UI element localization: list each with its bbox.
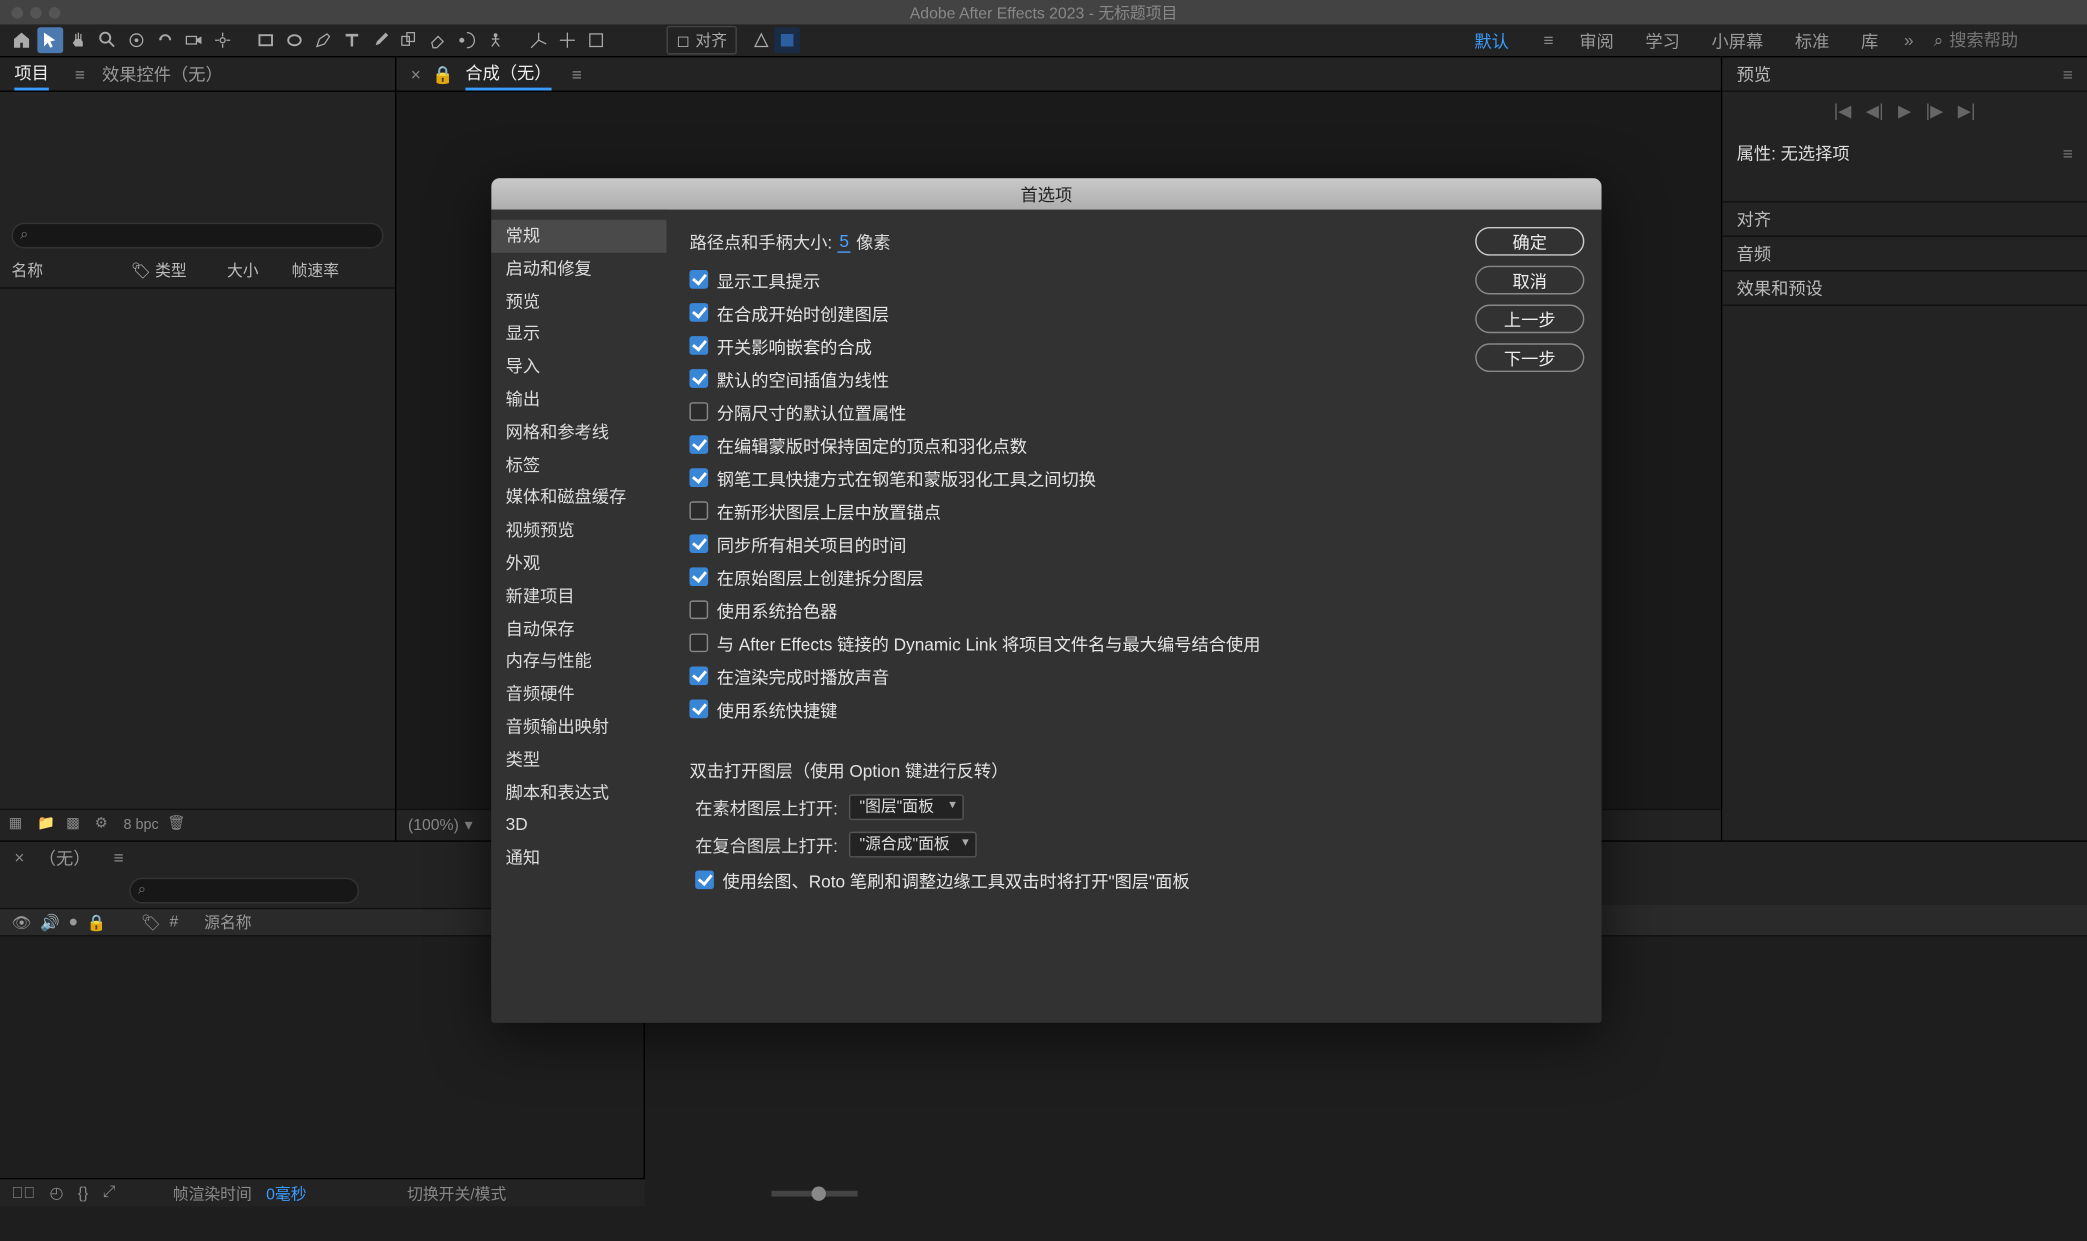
- pref-checkbox-1[interactable]: [689, 303, 708, 322]
- pref-checkbox-3[interactable]: [689, 369, 708, 388]
- ok-button[interactable]: 确定: [1475, 227, 1584, 256]
- pref-category-输出[interactable]: 输出: [491, 383, 666, 416]
- pref-checkbox-label-4: 分隔尺寸的默认位置属性: [717, 401, 907, 427]
- pref-category-脚本和表达式[interactable]: 脚本和表达式: [491, 776, 666, 809]
- pref-category-新建项目[interactable]: 新建项目: [491, 580, 666, 613]
- pref-checkbox-label-1: 在合成开始时创建图层: [717, 302, 889, 328]
- pref-checkbox-row-2[interactable]: 开关影响嵌套的合成: [689, 335, 1578, 361]
- pref-checkbox-10[interactable]: [689, 600, 708, 619]
- pref-category-视频预览[interactable]: 视频预览: [491, 514, 666, 547]
- pref-category-标签[interactable]: 标签: [491, 449, 666, 482]
- pref-checkbox-label-11: 与 After Effects 链接的 Dynamic Link 将项目文件名与…: [717, 632, 1261, 658]
- paint-tools-checkbox-label: 使用绘图、Roto 笔刷和调整边缘工具双击时将打开"图层"面板: [723, 869, 1190, 895]
- pref-category-外观[interactable]: 外观: [491, 547, 666, 580]
- pref-checkbox-9[interactable]: [689, 567, 708, 586]
- pref-checkbox-row-9[interactable]: 在原始图层上创建拆分图层: [689, 566, 1578, 592]
- pref-checkbox-label-2: 开关影响嵌套的合成: [717, 335, 872, 361]
- pref-checkbox-label-12: 在渲染完成时播放声音: [717, 665, 889, 691]
- pref-checkbox-label-13: 使用系统快捷键: [717, 698, 838, 724]
- pref-checkbox-7[interactable]: [689, 501, 708, 520]
- pref-checkbox-row-5[interactable]: 在编辑蒙版时保持固定的顶点和羽化点数: [689, 434, 1578, 460]
- pref-checkbox-row-4[interactable]: 分隔尺寸的默认位置属性: [689, 401, 1578, 427]
- path-handle-size-label: 路径点和手柄大小:: [689, 230, 832, 254]
- pref-checkbox-label-10: 使用系统拾色器: [717, 599, 838, 625]
- paint-tools-checkbox[interactable]: [695, 870, 714, 889]
- pref-checkbox-label-9: 在原始图层上创建拆分图层: [717, 566, 924, 592]
- pref-checkbox-label-0: 显示工具提示: [717, 269, 820, 295]
- cancel-button[interactable]: 取消: [1475, 266, 1584, 295]
- pref-checkbox-12[interactable]: [689, 666, 708, 685]
- pref-checkbox-row-13[interactable]: 使用系统快捷键: [689, 698, 1578, 724]
- pref-checkbox-label-8: 同步所有相关项目的时间: [717, 533, 907, 559]
- open-comp-row: 在复合图层上打开: "源合成"面板: [695, 832, 1578, 858]
- pref-checkbox-row-3[interactable]: 默认的空间插值为线性: [689, 368, 1578, 394]
- dialog-sidebar: 常规启动和修复预览显示导入输出网格和参考线标签媒体和磁盘缓存视频预览外观新建项目…: [491, 210, 666, 1023]
- pref-checkbox-row-8[interactable]: 同步所有相关项目的时间: [689, 533, 1578, 559]
- pref-category-音频输出映射[interactable]: 音频输出映射: [491, 711, 666, 744]
- paint-tools-checkbox-row[interactable]: 使用绘图、Roto 笔刷和调整边缘工具双击时将打开"图层"面板: [695, 869, 1578, 895]
- pref-checkbox-row-7[interactable]: 在新形状图层上层中放置锚点: [689, 500, 1578, 526]
- pref-category-预览[interactable]: 预览: [491, 285, 666, 318]
- open-footage-select[interactable]: "图层"面板: [849, 794, 964, 820]
- dialog-main: 确定 取消 上一步 下一步 路径点和手柄大小: 5 像素 显示工具提示在合成开始…: [666, 210, 1601, 1023]
- preferences-dialog: 首选项 常规启动和修复预览显示导入输出网格和参考线标签媒体和磁盘缓存视频预览外观…: [491, 178, 1601, 1023]
- open-comp-label: 在复合图层上打开:: [695, 832, 838, 856]
- pref-checkbox-label-6: 钢笔工具快捷方式在钢笔和蒙版羽化工具之间切换: [717, 467, 1096, 493]
- pref-checkbox-13[interactable]: [689, 700, 708, 719]
- pref-category-导入[interactable]: 导入: [491, 351, 666, 384]
- pref-checkbox-row-0[interactable]: 显示工具提示: [689, 269, 1578, 295]
- pref-category-通知[interactable]: 通知: [491, 842, 666, 875]
- pref-category-启动和修复[interactable]: 启动和修复: [491, 253, 666, 286]
- pref-checkbox-row-11[interactable]: 与 After Effects 链接的 Dynamic Link 将项目文件名与…: [689, 632, 1578, 658]
- pref-checkbox-5[interactable]: [689, 435, 708, 454]
- pref-checkbox-6[interactable]: [689, 468, 708, 487]
- pref-category-3D[interactable]: 3D: [491, 809, 666, 842]
- pref-category-内存与性能[interactable]: 内存与性能: [491, 645, 666, 678]
- pref-category-自动保存[interactable]: 自动保存: [491, 613, 666, 646]
- pref-checkbox-row-10[interactable]: 使用系统拾色器: [689, 599, 1578, 625]
- double-click-section-title: 双击打开图层（使用 Option 键进行反转）: [689, 758, 1578, 782]
- pref-checkbox-2[interactable]: [689, 336, 708, 355]
- pref-checkbox-4[interactable]: [689, 402, 708, 421]
- path-handle-size-value[interactable]: 5: [838, 231, 850, 253]
- path-handle-size-row: 路径点和手柄大小: 5 像素: [689, 230, 1578, 254]
- pref-checkbox-11[interactable]: [689, 633, 708, 652]
- pref-checkbox-8[interactable]: [689, 534, 708, 553]
- pref-checkbox-label-7: 在新形状图层上层中放置锚点: [717, 500, 941, 526]
- pref-checkbox-label-5: 在编辑蒙版时保持固定的顶点和羽化点数: [717, 434, 1027, 460]
- pref-category-显示[interactable]: 显示: [491, 318, 666, 351]
- pref-checkbox-0[interactable]: [689, 270, 708, 289]
- path-handle-size-unit: 像素: [856, 230, 890, 254]
- pref-checkbox-row-1[interactable]: 在合成开始时创建图层: [689, 302, 1578, 328]
- pref-category-音频硬件[interactable]: 音频硬件: [491, 678, 666, 711]
- pref-category-类型[interactable]: 类型: [491, 744, 666, 777]
- previous-button[interactable]: 上一步: [1475, 305, 1584, 334]
- pref-checkbox-row-12[interactable]: 在渲染完成时播放声音: [689, 665, 1578, 691]
- open-footage-label: 在素材图层上打开:: [695, 795, 838, 819]
- dialog-title: 首选项: [491, 178, 1601, 210]
- pref-category-媒体和磁盘缓存[interactable]: 媒体和磁盘缓存: [491, 482, 666, 515]
- open-footage-row: 在素材图层上打开: "图层"面板: [695, 794, 1578, 820]
- pref-checkbox-label-3: 默认的空间插值为线性: [717, 368, 889, 394]
- pref-category-网格和参考线[interactable]: 网格和参考线: [491, 416, 666, 449]
- open-comp-select[interactable]: "源合成"面板: [849, 832, 977, 858]
- pref-checkbox-row-6[interactable]: 钢笔工具快捷方式在钢笔和蒙版羽化工具之间切换: [689, 467, 1578, 493]
- dialog-overlay: 首选项 常规启动和修复预览显示导入输出网格和参考线标签媒体和磁盘缓存视频预览外观…: [0, 0, 2087, 1207]
- pref-category-常规[interactable]: 常规: [491, 220, 666, 253]
- next-button[interactable]: 下一步: [1475, 343, 1584, 372]
